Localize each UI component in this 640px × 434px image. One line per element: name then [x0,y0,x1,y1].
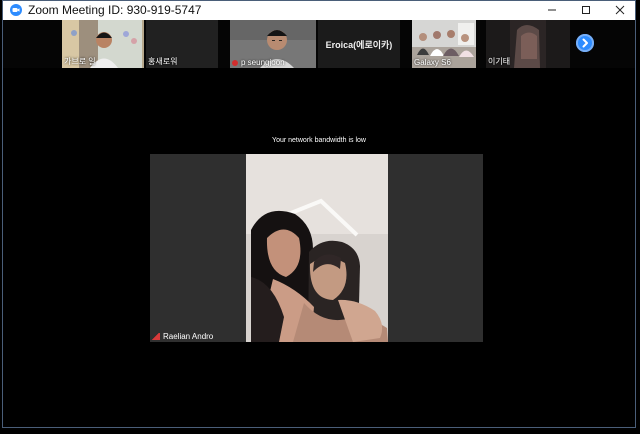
participant-name: 이기태 [488,57,511,66]
zoom-icon [10,4,22,16]
network-warning: Your network bandwidth is low [272,137,366,144]
window-titlebar[interactable]: Zoom Meeting ID: 930-919-5747 [2,0,636,20]
active-speaker-video[interactable]: Raelian Andro [150,154,483,342]
participant-tile-gabro[interactable]: 가브로 일 [62,20,144,68]
participant-tile-hongsae[interactable]: 홍새로워 [146,20,218,68]
chevron-right-icon [582,38,588,48]
maximize-icon [582,6,590,14]
mic-muted-icon [232,60,238,66]
minimize-button[interactable] [536,0,568,20]
participant-name: p seungjoon [232,58,285,67]
participant-name: 홍새로워 [148,57,178,66]
participant-name: 가브로 일 [64,57,96,66]
participant-name: Eroica(에로이카) [325,39,393,50]
active-speaker-feed [150,154,483,342]
participant-tile-galaxy[interactable]: Galaxy S6 [412,20,476,68]
participant-tile-seungjoon[interactable]: p seungjoon [230,20,316,68]
close-icon [615,5,625,15]
next-participants-button[interactable] [576,34,594,52]
active-speaker-name: Raelian Andro [152,332,213,341]
zoom-meeting-window: Zoom Meeting ID: 930-919-5747 가브로 일 홍새로워… [0,0,640,434]
maximize-button[interactable] [570,0,602,20]
minimize-icon [548,9,556,11]
participant-name: Galaxy S6 [414,58,451,67]
window-title: Zoom Meeting ID: 930-919-5747 [28,3,202,17]
participant-tile-eroica[interactable]: Eroica(에로이카) [318,20,400,68]
participant-tile-leegitae[interactable]: 이기태 [486,20,570,68]
close-button[interactable] [604,0,636,20]
camera-icon [12,8,20,12]
signal-icon [152,333,160,340]
